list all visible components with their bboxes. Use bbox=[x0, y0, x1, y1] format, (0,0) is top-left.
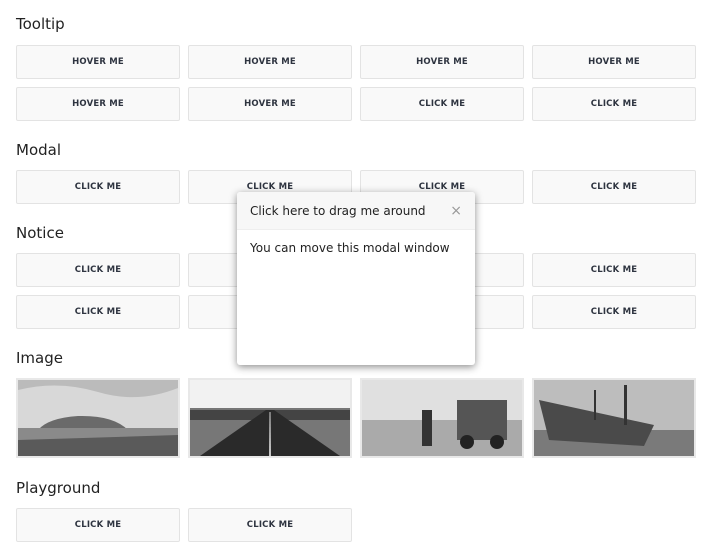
tooltip-button[interactable]: HOVER ME bbox=[360, 45, 524, 79]
tooltip-button[interactable]: HOVER ME bbox=[188, 87, 352, 121]
section-title-tooltip: Tooltip bbox=[16, 15, 65, 33]
playground-button[interactable]: CLICK ME bbox=[188, 508, 352, 542]
tooltip-button[interactable]: HOVER ME bbox=[16, 45, 180, 79]
modal-button[interactable]: CLICK ME bbox=[16, 170, 180, 204]
notice-button[interactable]: CLICK ME bbox=[532, 295, 696, 329]
image-uluru[interactable] bbox=[16, 378, 180, 458]
notice-button[interactable]: CLICK ME bbox=[532, 253, 696, 287]
modal-title: Click here to drag me around bbox=[250, 203, 426, 218]
tooltip-button[interactable]: HOVER ME bbox=[188, 45, 352, 79]
image-desert-road[interactable] bbox=[188, 378, 352, 458]
close-icon[interactable]: × bbox=[450, 203, 462, 219]
image-shipwreck[interactable] bbox=[532, 378, 696, 458]
section-title-notice: Notice bbox=[16, 224, 64, 242]
section-title-playground: Playground bbox=[16, 479, 101, 497]
modal-button[interactable]: CLICK ME bbox=[532, 170, 696, 204]
notice-button[interactable]: CLICK ME bbox=[16, 253, 180, 287]
notice-button[interactable]: CLICK ME bbox=[16, 295, 180, 329]
tooltip-button[interactable]: HOVER ME bbox=[16, 87, 180, 121]
tooltip-button[interactable]: HOVER ME bbox=[532, 45, 696, 79]
image-car-outback[interactable] bbox=[360, 378, 524, 458]
draggable-modal: Click here to drag me around × You can m… bbox=[237, 192, 475, 365]
modal-body: You can move this modal window bbox=[250, 241, 450, 255]
section-title-modal: Modal bbox=[16, 141, 61, 159]
section-title-image: Image bbox=[16, 349, 63, 367]
modal-drag-handle[interactable]: Click here to drag me around × bbox=[237, 192, 475, 230]
playground-button[interactable]: CLICK ME bbox=[16, 508, 180, 542]
tooltip-button[interactable]: CLICK ME bbox=[360, 87, 524, 121]
tooltip-button[interactable]: CLICK ME bbox=[532, 87, 696, 121]
